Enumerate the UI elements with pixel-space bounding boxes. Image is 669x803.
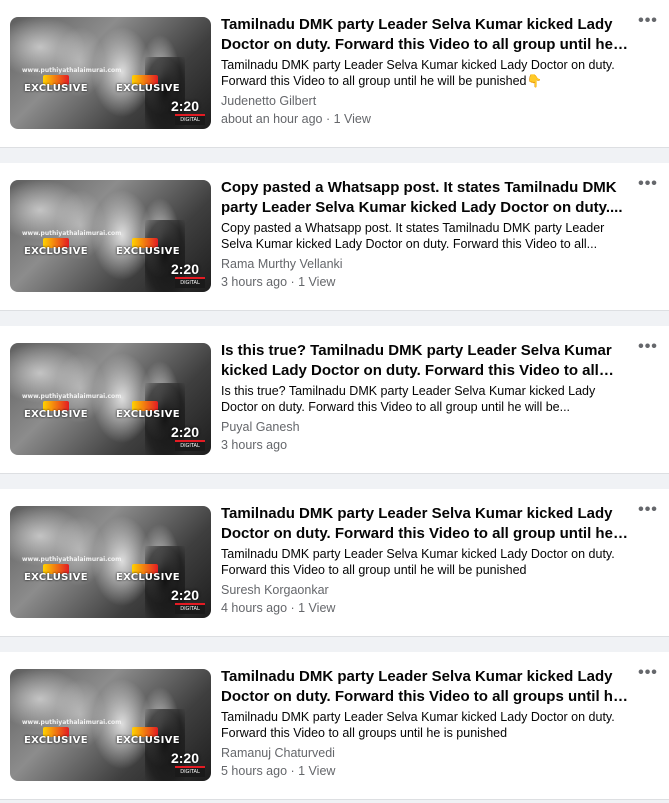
more-options-icon[interactable]: ••• xyxy=(637,13,659,30)
exclusive-badge: EXCLUSIVE xyxy=(116,735,180,746)
video-result-card[interactable]: www.puthiyathalaimurai.com EXCLUSIVE EXC… xyxy=(0,0,669,148)
more-options-icon[interactable]: ••• xyxy=(637,665,659,682)
video-results-feed: www.puthiyathalaimurai.com EXCLUSIVE EXC… xyxy=(0,0,669,803)
video-duration: 2:20 xyxy=(170,424,199,440)
video-duration: 2:20 xyxy=(170,98,199,114)
video-title[interactable]: Tamilnadu DMK party Leader Selva Kumar k… xyxy=(221,667,631,707)
video-duration: 2:20 xyxy=(170,261,199,277)
video-meta: about an hour ago · 1 View xyxy=(221,112,371,126)
exclusive-badge: EXCLUSIVE xyxy=(24,246,88,257)
exclusive-badge: EXCLUSIVE xyxy=(24,735,88,746)
video-meta: 4 hours ago · 1 View xyxy=(221,601,336,615)
video-thumbnail[interactable]: www.puthiyathalaimurai.com EXCLUSIVE EXC… xyxy=(10,669,211,781)
video-info: Tamilnadu DMK party Leader Selva Kumar k… xyxy=(221,667,631,779)
exclusive-badge: EXCLUSIVE xyxy=(116,572,180,583)
more-options-icon[interactable]: ••• xyxy=(637,339,659,356)
video-info: Tamilnadu DMK party Leader Selva Kumar k… xyxy=(221,504,631,616)
video-info: Copy pasted a Whatsapp post. It states T… xyxy=(221,178,631,290)
video-result-card[interactable]: www.puthiyathalaimurai.com EXCLUSIVE EXC… xyxy=(0,652,669,800)
video-thumbnail[interactable]: www.puthiyathalaimurai.com EXCLUSIVE EXC… xyxy=(10,506,211,618)
digital-logo-icon: DIGITAL xyxy=(175,766,205,777)
video-meta: 5 hours ago · 1 View xyxy=(221,764,336,778)
exclusive-badge: EXCLUSIVE xyxy=(24,83,88,94)
video-info: Tamilnadu DMK party Leader Selva Kumar k… xyxy=(221,15,631,127)
video-description: Copy pasted a Whatsapp post. It states T… xyxy=(221,221,605,251)
video-title[interactable]: Tamilnadu DMK party Leader Selva Kumar k… xyxy=(221,504,631,544)
exclusive-badge: EXCLUSIVE xyxy=(116,83,180,94)
video-author[interactable]: Puyal Ganesh xyxy=(221,419,631,435)
digital-logo-icon: DIGITAL xyxy=(175,114,205,125)
video-description: Tamilnadu DMK party Leader Selva Kumar k… xyxy=(221,547,615,577)
thumbnail-site-watermark: www.puthiyathalaimurai.com xyxy=(22,719,122,726)
video-info: Is this true? Tamilnadu DMK party Leader… xyxy=(221,341,631,453)
digital-logo-icon: DIGITAL xyxy=(175,277,205,288)
video-author[interactable]: Rama Murthy Vellanki xyxy=(221,256,631,272)
video-duration: 2:20 xyxy=(170,750,199,766)
more-options-icon[interactable]: ••• xyxy=(637,176,659,193)
exclusive-badge: EXCLUSIVE xyxy=(24,409,88,420)
video-title[interactable]: Is this true? Tamilnadu DMK party Leader… xyxy=(221,341,631,381)
video-result-card[interactable]: www.puthiyathalaimurai.com EXCLUSIVE EXC… xyxy=(0,489,669,637)
video-description: Tamilnadu DMK party Leader Selva Kumar k… xyxy=(221,58,615,88)
video-thumbnail[interactable]: www.puthiyathalaimurai.com EXCLUSIVE EXC… xyxy=(10,343,211,455)
thumbnail-site-watermark: www.puthiyathalaimurai.com xyxy=(22,230,122,237)
video-description: Tamilnadu DMK party Leader Selva Kumar k… xyxy=(221,710,615,740)
exclusive-badge: EXCLUSIVE xyxy=(116,246,180,257)
video-description: Is this true? Tamilnadu DMK party Leader… xyxy=(221,384,596,414)
video-duration: 2:20 xyxy=(170,587,199,603)
digital-logo-icon: DIGITAL xyxy=(175,440,205,451)
video-thumbnail[interactable]: www.puthiyathalaimurai.com EXCLUSIVE EXC… xyxy=(10,17,211,129)
thumbnail-site-watermark: www.puthiyathalaimurai.com xyxy=(22,67,122,74)
digital-logo-icon: DIGITAL xyxy=(175,603,205,614)
video-author[interactable]: Ramanuj Chaturvedi xyxy=(221,745,631,761)
more-options-icon[interactable]: ••• xyxy=(637,502,659,519)
video-title[interactable]: Tamilnadu DMK party Leader Selva Kumar k… xyxy=(221,15,631,55)
video-meta: 3 hours ago · 1 View xyxy=(221,275,336,289)
video-author[interactable]: Suresh Korgaonkar xyxy=(221,582,631,598)
video-result-card[interactable]: www.puthiyathalaimurai.com EXCLUSIVE EXC… xyxy=(0,163,669,311)
video-result-card[interactable]: www.puthiyathalaimurai.com EXCLUSIVE EXC… xyxy=(0,326,669,474)
exclusive-badge: EXCLUSIVE xyxy=(24,572,88,583)
video-author[interactable]: Judenetto Gilbert xyxy=(221,93,631,109)
video-title[interactable]: Copy pasted a Whatsapp post. It states T… xyxy=(221,178,631,218)
thumbnail-site-watermark: www.puthiyathalaimurai.com xyxy=(22,393,122,400)
thumbnail-site-watermark: www.puthiyathalaimurai.com xyxy=(22,556,122,563)
video-thumbnail[interactable]: www.puthiyathalaimurai.com EXCLUSIVE EXC… xyxy=(10,180,211,292)
video-meta: 3 hours ago xyxy=(221,438,288,452)
exclusive-badge: EXCLUSIVE xyxy=(116,409,180,420)
